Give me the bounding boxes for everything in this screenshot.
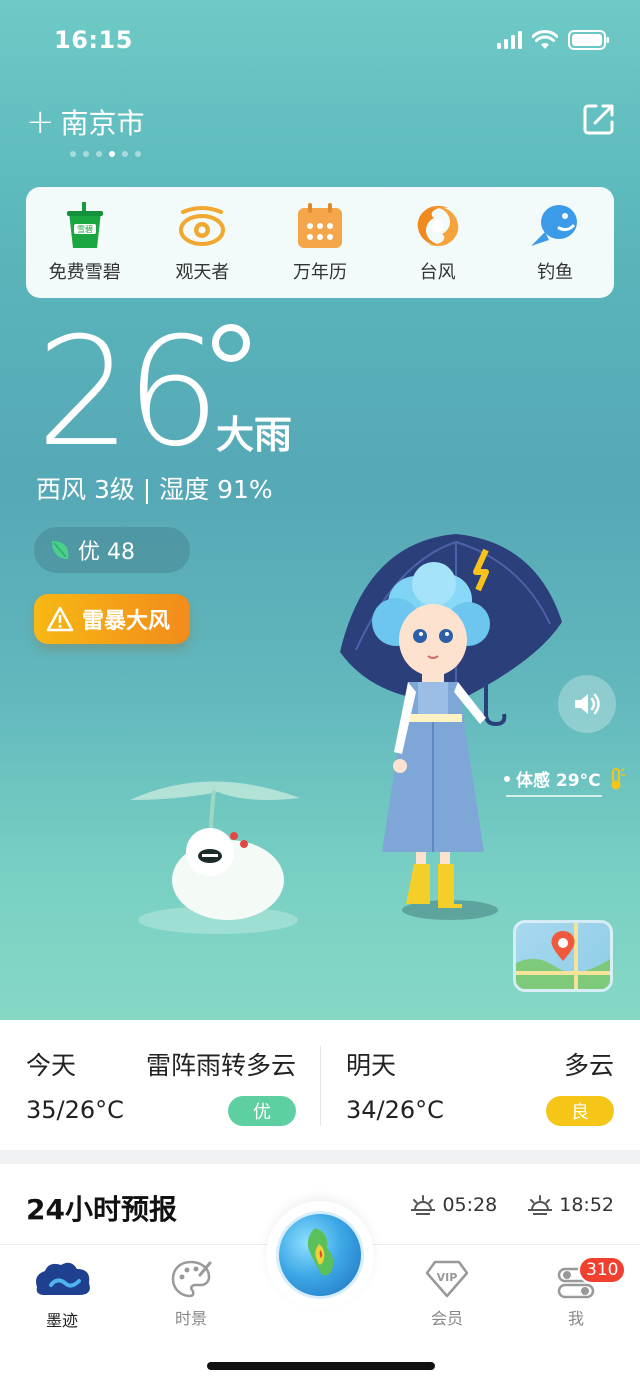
feels-dot: [504, 775, 510, 782]
status-bar: 16:15: [0, 20, 640, 64]
aqi-text: 优 48: [78, 540, 135, 565]
typhoon-icon: [417, 205, 458, 246]
page-dot: [70, 151, 76, 157]
page-indicator: [70, 151, 141, 157]
page-dot: [96, 151, 102, 157]
voice-broadcast-button[interactable]: [558, 675, 616, 733]
leaf-icon: [52, 541, 69, 559]
forecast-tomorrow[interactable]: 明天 多云 34/26°C 良: [346, 1020, 614, 1150]
forecast-day-label: 明天: [346, 1051, 397, 1080]
quick-item-observer[interactable]: 观天者: [147, 202, 257, 284]
quick-label: 免费雪碧: [48, 261, 121, 283]
forecast-condition: 多云: [563, 1051, 614, 1080]
quick-item-sprite[interactable]: 雪碧 免费雪碧: [30, 201, 140, 284]
quick-label: 台风: [419, 261, 456, 283]
status-icons: [497, 30, 610, 50]
share-icon[interactable]: [582, 102, 616, 140]
map-pin-icon: [516, 923, 610, 989]
tab-moji[interactable]: 墨迹: [12, 1259, 112, 1331]
tab-center-radar-globe[interactable]: [266, 1201, 374, 1309]
aqi-badge: 良: [546, 1096, 614, 1126]
svg-text:VIP: VIP: [437, 1271, 458, 1284]
aqi-pill[interactable]: 优 48: [34, 527, 190, 573]
degree-symbol: [212, 324, 250, 362]
notification-count-badge: 310: [578, 1256, 627, 1284]
forecast-day-label: 今天: [26, 1051, 77, 1080]
vip-diamond-icon: VIP: [425, 1260, 469, 1298]
wind-humidity-text: 西风 3级 | 湿度 91%: [36, 475, 273, 504]
sunset-time: 18:52: [559, 1194, 614, 1216]
wifi-icon: [532, 30, 558, 50]
globe-icon: [276, 1211, 364, 1299]
section-separator: [0, 1150, 640, 1164]
sunrise-icon: [411, 1195, 436, 1215]
sunset-icon: [528, 1195, 553, 1215]
character-yeti-leaf-illustration: [130, 781, 300, 934]
city-selector[interactable]: + 南京市: [26, 102, 145, 142]
weather-warning-pill[interactable]: 雷暴大风: [34, 594, 190, 644]
warning-triangle-icon: [46, 606, 74, 632]
home-indicator[interactable]: [207, 1362, 435, 1370]
character-girl-umbrella-illustration: [340, 534, 562, 920]
quick-label: 万年历: [292, 261, 347, 283]
tab-scenery[interactable]: 时景: [141, 1259, 241, 1329]
tab-label: 墨迹: [45, 1311, 78, 1330]
sun-times: 05:28 18:52: [410, 1194, 614, 1216]
status-time: 16:15: [54, 26, 133, 54]
radar-map-thumbnail[interactable]: [513, 920, 613, 992]
forecast-temp-range: 35/26°C: [26, 1096, 124, 1124]
quick-label: 观天者: [175, 261, 230, 283]
sprite-cup-icon: 雪碧: [66, 201, 103, 248]
forecast-temp-range: 34/26°C: [346, 1096, 444, 1124]
daily-forecast-card: 今天 雷阵雨转多云 35/26°C 优 明天 多云 34/26°C 良: [0, 1020, 640, 1150]
eye-icon: [179, 205, 226, 246]
current-temperature: 26: [36, 306, 221, 480]
tab-vip[interactable]: VIP 会员: [397, 1259, 497, 1329]
page-dot-active: [109, 151, 115, 157]
battery-icon: [568, 30, 610, 50]
speaker-icon: [575, 693, 600, 715]
page-dot: [122, 151, 128, 157]
feels-like-text: 体感 29°C: [516, 771, 601, 791]
forecast-today[interactable]: 今天 雷阵雨转多云 35/26°C 优: [26, 1020, 296, 1150]
sunrise-time: 05:28: [442, 1194, 498, 1216]
quick-label: 钓鱼: [537, 261, 574, 283]
feels-like-line: [506, 795, 602, 797]
fish-icon: [531, 204, 578, 246]
city-name: 南京市: [60, 107, 145, 140]
aqi-badge: 优: [228, 1096, 296, 1126]
quick-item-fishing[interactable]: 钓鱼: [500, 202, 610, 284]
page-dot: [83, 151, 89, 157]
cellular-signal-icon: [497, 31, 522, 49]
quick-item-calendar[interactable]: 万年历: [265, 202, 375, 284]
add-city-icon[interactable]: +: [26, 105, 55, 139]
calendar-icon: [297, 202, 342, 248]
tab-label: 我: [567, 1309, 584, 1328]
thermometer-icon: [611, 767, 625, 789]
palette-icon: [171, 1260, 212, 1298]
hourly-title: 24小时预报: [26, 1193, 177, 1226]
page-dot: [135, 151, 141, 157]
forecast-condition: 雷阵雨转多云: [145, 1051, 296, 1080]
current-condition: 大雨: [216, 413, 293, 457]
svg-text:雪碧: 雪碧: [77, 224, 93, 234]
feels-like: 体感 29°C: [504, 766, 625, 791]
weather-hero: 16:15 + 南京市 雪碧 免费雪碧 观天者 万年历 台风 钓鱼 26 大雨 …: [0, 0, 640, 1020]
tab-label: 会员: [430, 1309, 463, 1328]
quick-access-bar: 雪碧 免费雪碧 观天者 万年历 台风 钓鱼: [26, 187, 614, 298]
forecast-divider: [320, 1046, 321, 1126]
warning-text: 雷暴大风: [82, 609, 171, 634]
tab-label: 时景: [174, 1309, 207, 1328]
quick-item-typhoon[interactable]: 台风: [383, 202, 493, 284]
moji-cloud-logo-icon: [36, 1262, 90, 1295]
